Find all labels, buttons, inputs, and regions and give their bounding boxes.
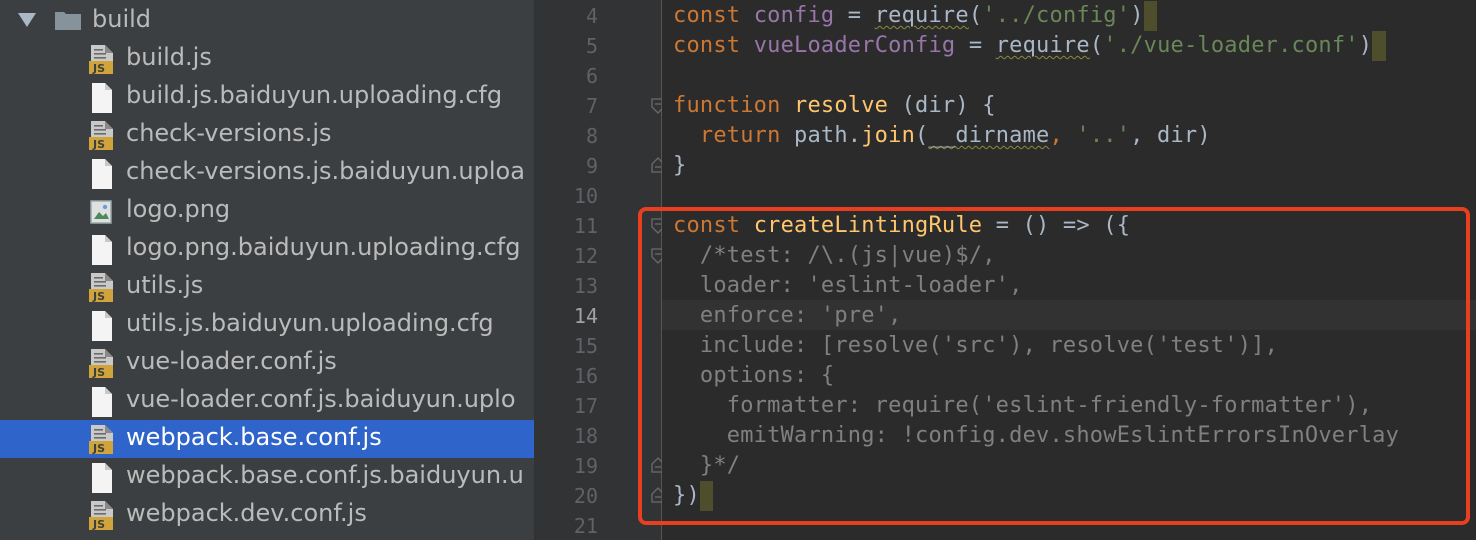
svg-text:JS: JS	[92, 290, 105, 303]
tree-file-label: logo.png	[126, 195, 231, 223]
tree-folder-build[interactable]: build	[0, 2, 534, 40]
tree-file-label: webpack.dev.conf.js	[126, 499, 367, 527]
tree-file-item[interactable]: logo.png	[0, 192, 534, 230]
expand-arrow-icon[interactable]	[18, 13, 36, 27]
line-number: 13	[573, 274, 598, 298]
tree-file-item[interactable]: webpack.base.conf.js.baiduyun.u	[0, 458, 534, 496]
line-number: 20	[573, 484, 598, 508]
svg-text:JS: JS	[92, 366, 105, 379]
js-file-icon: JS	[89, 349, 113, 379]
line-number: 8	[585, 124, 598, 148]
line-number: 9	[585, 154, 598, 178]
tree-file-item[interactable]: JS check-versions.js	[0, 116, 534, 154]
line-number: 11	[573, 214, 598, 238]
tree-file-label: logo.png.baiduyun.uploading.cfg	[126, 233, 521, 261]
text-file-icon	[92, 387, 112, 417]
tree-file-item[interactable]: JS webpack.dev.conf.js	[0, 496, 534, 534]
line-number: 18	[573, 424, 598, 448]
tree-file-item[interactable]: build.js.baiduyun.uploading.cfg	[0, 78, 534, 116]
tree-file-item[interactable]: JS build.js	[0, 40, 534, 78]
tree-file-item[interactable]: utils.js.baiduyun.uploading.cfg	[0, 306, 534, 344]
tree-file-item[interactable]: vue-loader.conf.js.baiduyun.uplo	[0, 382, 534, 420]
text-file-icon	[92, 311, 112, 341]
line-number: 10	[573, 184, 598, 208]
tree-file-item[interactable]: JS utils.js	[0, 268, 534, 306]
tree-file-label: check-versions.js	[126, 119, 332, 147]
tree-file-label: vue-loader.conf.js.baiduyun.uplo	[126, 385, 516, 413]
code-line-8[interactable]: return path.join(__dirname, '..', dir)	[673, 121, 1211, 151]
text-file-icon	[92, 235, 112, 265]
tree-file-label: webpack.base.conf.js	[126, 423, 382, 451]
tree-file-item[interactable]: logo.png.baiduyun.uploading.cfg	[0, 230, 534, 268]
js-file-icon: JS	[89, 273, 113, 303]
tree-file-label: check-versions.js.baiduyun.uploa	[126, 157, 525, 185]
annotation-highlight-box	[638, 207, 1470, 525]
line-number: 19	[573, 454, 598, 478]
text-file-icon	[92, 463, 112, 493]
tree-file-item[interactable]: check-versions.js.baiduyun.uploa	[0, 154, 534, 192]
line-number: 12	[573, 244, 598, 268]
code-line-9[interactable]: }	[673, 151, 686, 181]
tree-folder-label: build	[92, 5, 152, 33]
tree-file-label: build.js	[126, 43, 212, 71]
code-line-4[interactable]: const config = require('../config')	[673, 1, 1158, 31]
svg-text:JS: JS	[92, 518, 105, 531]
svg-text:JS: JS	[92, 62, 105, 75]
tree-file-item[interactable]: JS vue-loader.conf.js	[0, 344, 534, 382]
line-number: 16	[573, 364, 598, 388]
line-number: 17	[573, 394, 598, 418]
text-file-icon	[92, 83, 112, 113]
line-number: 7	[585, 94, 598, 118]
svg-text:JS: JS	[92, 138, 105, 151]
image-file-icon	[90, 200, 112, 224]
tree-file-label: utils.js	[126, 271, 204, 299]
folder-icon	[55, 12, 81, 30]
tree-file-label: webpack.base.conf.js.baiduyun.u	[126, 461, 524, 489]
js-file-icon: JS	[89, 501, 113, 531]
line-number: 15	[573, 334, 598, 358]
tree-file-item[interactable]: JS webpack.base.conf.js	[0, 420, 534, 458]
code-line-5[interactable]: const vueLoaderConfig = require('./vue-l…	[673, 31, 1386, 61]
line-number: 21	[573, 514, 598, 538]
project-tree: build JS build.js build.js.baiduyun.upload…	[0, 0, 534, 540]
tree-file-label: vue-loader.conf.js	[126, 347, 337, 375]
js-file-icon: JS	[89, 45, 113, 75]
text-file-icon	[92, 159, 112, 189]
js-file-icon: JS	[89, 121, 113, 151]
svg-text:JS: JS	[92, 442, 105, 455]
line-number: 4	[585, 4, 598, 28]
code-line-7[interactable]: function resolve (dir) {	[673, 91, 996, 121]
line-number: 6	[585, 64, 598, 88]
line-number: 5	[585, 34, 598, 58]
tree-file-label: build.js.baiduyun.uploading.cfg	[126, 81, 503, 109]
tree-file-label: utils.js.baiduyun.uploading.cfg	[126, 309, 494, 337]
js-file-icon: JS	[89, 425, 113, 455]
line-number: 14	[573, 304, 598, 328]
